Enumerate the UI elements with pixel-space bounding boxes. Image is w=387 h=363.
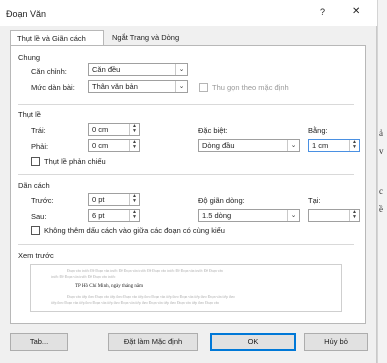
line-spacing-select[interactable]: 1.5 dòng ⌄: [198, 209, 300, 222]
spacing-before-value: 0 pt: [92, 195, 105, 204]
document-char: ề: [379, 204, 383, 214]
ok-button[interactable]: OK: [210, 333, 296, 351]
spacing-before-label: Trước:: [31, 196, 54, 205]
preview-next-paragraph: Đoạn văn tiếp theo Đoạn văn tiếp theo Đo…: [67, 295, 235, 299]
preview-current-paragraph: TP Hồ Chí Minh, ngày tháng năm: [75, 284, 144, 289]
at-input[interactable]: ▲ ▼: [308, 209, 360, 222]
chevron-down-icon: ⌄: [175, 81, 187, 92]
at-label: Tại:: [308, 196, 321, 205]
indent-right-label: Phải:: [31, 142, 49, 151]
cancel-button[interactable]: Hủy bỏ: [304, 333, 368, 351]
preview-previous-paragraph: trước Đề Đoạn văn trước Đề Đoạn văn trướ…: [51, 275, 116, 279]
ok-label: OK: [247, 337, 259, 346]
spinner-icon[interactable]: ▲ ▼: [349, 210, 359, 221]
outline-level-label: Mức dàn bài:: [31, 83, 75, 92]
spinner-icon[interactable]: ▲ ▼: [129, 140, 139, 151]
indent-left-label: Trái:: [31, 126, 46, 135]
preview-box: Đoạn văn trước Đề Đoạn văn trước Đề Đoạn…: [30, 264, 342, 312]
cancel-label: Hủy bỏ: [324, 337, 348, 346]
by-input[interactable]: 1 cm ▲ ▼: [308, 139, 360, 152]
tabs-button[interactable]: Tab...: [10, 333, 68, 351]
set-as-default-button[interactable]: Đặt làm Mặc định: [108, 333, 198, 351]
tab-label: Ngắt Trang và Dòng: [112, 33, 180, 42]
alignment-label: Căn chỉnh:: [31, 67, 67, 76]
document-char: v: [379, 146, 384, 156]
general-heading: Chung: [18, 53, 41, 62]
spacing-after-value: 6 pt: [92, 211, 105, 220]
close-button[interactable]: ✕: [352, 6, 360, 17]
chevron-down-icon: ⌄: [175, 64, 187, 75]
mirror-indents-checkbox[interactable]: [31, 157, 40, 166]
spinner-icon[interactable]: ▲ ▼: [349, 140, 359, 151]
preview-heading: Xem trước: [18, 251, 54, 260]
tab-line-page-breaks[interactable]: Ngắt Trang và Dòng: [106, 30, 206, 46]
mirror-indents-label: Thụt lề phản chiếu: [44, 157, 106, 166]
tabs-button-label: Tab...: [29, 337, 49, 346]
help-button[interactable]: ?: [320, 7, 325, 17]
indent-left-value: 0 cm: [92, 125, 109, 134]
line-spacing-value: 1.5 dòng: [202, 211, 232, 220]
collapse-checkbox[interactable]: [199, 83, 208, 92]
spinner-icon[interactable]: ▲ ▼: [129, 210, 139, 221]
by-value: 1 cm: [312, 141, 329, 150]
tab-indents-spacing[interactable]: Thụt lề và Giãn cách: [10, 30, 104, 46]
spinner-icon[interactable]: ▲ ▼: [129, 124, 139, 135]
alignment-value: Căn đều: [92, 65, 121, 74]
line-spacing-label: Độ giãn dòng:: [198, 196, 245, 205]
spacing-after-input[interactable]: 6 pt ▲ ▼: [88, 209, 140, 222]
special-label: Đặc biệt:: [198, 126, 228, 135]
special-select[interactable]: Dòng đầu ⌄: [198, 139, 300, 152]
preview-previous-paragraph: Đoạn văn trước Đề Đoạn văn trước Đề Đoạn…: [67, 269, 223, 273]
set-as-default-label: Đặt làm Mặc định: [123, 337, 183, 346]
document-edge: ả v c ề: [377, 0, 387, 363]
document-char: ả: [379, 128, 383, 138]
special-value: Dòng đầu: [202, 141, 235, 150]
no-space-same-style-label: Không thêm dấu cách vào giữa các đoạn có…: [44, 226, 225, 235]
alignment-select[interactable]: Căn đều ⌄: [88, 63, 188, 76]
outline-level-select[interactable]: Thân văn bản ⌄: [88, 80, 188, 93]
collapse-label: Thu gọn theo mặc định: [212, 83, 289, 92]
divider: [18, 174, 354, 175]
title-bar: Đoạn Văn ? ✕: [0, 0, 377, 26]
tab-label: Thụt lề và Giãn cách: [17, 34, 86, 43]
spacing-before-input[interactable]: 0 pt ▲ ▼: [88, 193, 140, 206]
spinner-icon[interactable]: ▲ ▼: [129, 194, 139, 205]
indentation-heading: Thụt lề: [18, 110, 41, 119]
preview-next-paragraph: tiếp theo Đoạn văn tiếp theo Đoạn văn ti…: [51, 301, 219, 305]
outline-level-value: Thân văn bản: [92, 82, 138, 91]
spacing-after-label: Sau:: [31, 212, 47, 221]
chevron-down-icon: ⌄: [287, 140, 299, 151]
spacing-heading: Dãn cách: [18, 181, 50, 190]
indent-left-input[interactable]: 0 cm ▲ ▼: [88, 123, 140, 136]
by-label: Bằng:: [308, 126, 328, 135]
divider: [18, 104, 354, 105]
indent-right-input[interactable]: 0 cm ▲ ▼: [88, 139, 140, 152]
document-char: c: [379, 186, 383, 196]
indent-right-value: 0 cm: [92, 141, 109, 150]
chevron-down-icon: ⌄: [287, 210, 299, 221]
divider: [18, 244, 354, 245]
dialog-title: Đoạn Văn: [6, 9, 47, 19]
no-space-same-style-checkbox[interactable]: [31, 226, 40, 235]
paragraph-dialog: Đoạn Văn ? ✕ Thụt lề và Giãn cách Ngắt T…: [0, 0, 377, 363]
